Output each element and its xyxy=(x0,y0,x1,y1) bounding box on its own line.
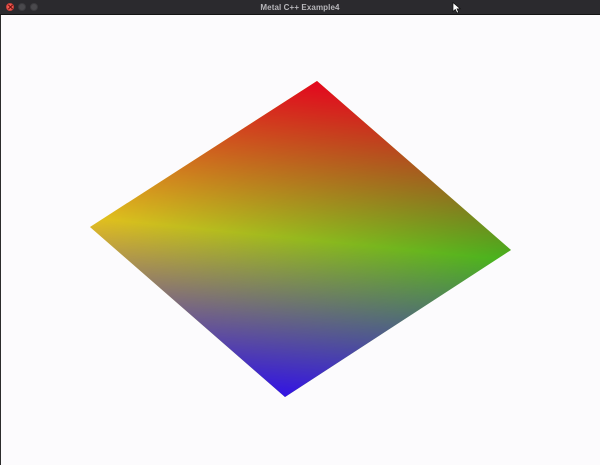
metal-render-view[interactable] xyxy=(0,15,600,465)
window-border xyxy=(0,15,1,465)
mouse-cursor-icon xyxy=(452,2,462,14)
title-bar[interactable]: Metal C++ Example4 xyxy=(0,0,600,15)
colored-quad xyxy=(90,81,511,397)
app-window: Metal C++ Example4 xyxy=(0,0,600,465)
render-canvas xyxy=(90,81,511,397)
window-title: Metal C++ Example4 xyxy=(260,3,340,12)
